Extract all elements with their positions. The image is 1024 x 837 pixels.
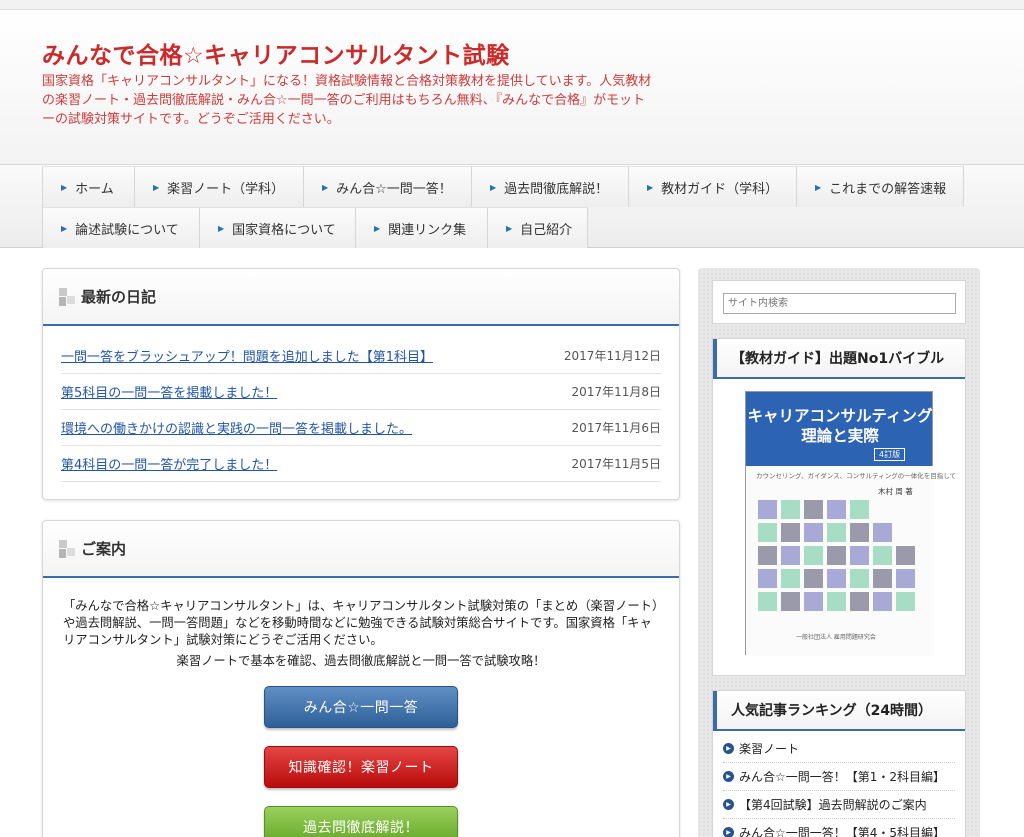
nav-item-past-exam[interactable]: ▶ 過去問徹底解説！ <box>471 166 628 207</box>
triangle-right-icon: ▶ <box>61 223 68 233</box>
ranking-list: ▶ 楽習ノート ▶ みん合☆一問一答！【第1・2科目編】 ▶ 【第4回試験】過去問解説… <box>713 731 965 837</box>
latest-diary-header: 最新の日記 <box>43 269 679 326</box>
nav-item-answers[interactable]: ▶ これまでの解答速報 <box>796 166 964 207</box>
list-item: 第5科目の一問一答を掲載しました！ 2017年11月8日 <box>61 374 661 410</box>
list-item: 第4科目の一問一答が完了しました！ 2017年11月5日 <box>61 446 661 482</box>
sidebar: 【教材ガイド】出題No1バイブル キャリアコンサルティング 理論と実際 4訂版 … <box>698 268 980 837</box>
guide-text: 「みんなで合格☆キャリアコンサルタント」は、キャリアコンサルタント試験対策の「ま… <box>63 599 659 647</box>
nav-item-note[interactable]: ▶ 楽習ノート（学科） <box>134 166 303 207</box>
book-pattern <box>758 500 923 611</box>
search-box <box>712 280 966 324</box>
triangle-right-icon: ▶ <box>61 182 68 192</box>
guide-body: 「みんなで合格☆キャリアコンサルタント」は、キャリアコンサルタント試験対策の「ま… <box>43 578 679 669</box>
book-subtitle: カウンセリング、ガイダンス、コンサルティングの一体化を目指して <box>756 472 957 480</box>
latest-diary-title: 最新の日記 <box>81 288 157 306</box>
news-date: 2017年11月8日 <box>571 385 661 399</box>
circle-arrow-icon: ▶ <box>723 771 734 782</box>
site-description: 国家資格「キャリアコンサルタント」になる！資格試験情報と合格対策教材を提供してい… <box>42 74 652 127</box>
nav-item-essay[interactable]: ▶ 論述試験について <box>42 207 199 248</box>
book-title: キャリアコンサルティング 理論と実際 <box>747 407 933 445</box>
nav-item-profile[interactable]: ▶ 自己紹介 <box>487 207 588 248</box>
site-header: みんなで合格☆キャリアコンサルタント試験 国家資格「キャリアコンサルタント」にな… <box>0 10 1024 164</box>
triangle-right-icon: ▶ <box>815 182 822 192</box>
search-input[interactable] <box>723 293 956 314</box>
qa-button[interactable]: みん合☆一問一答 <box>264 686 458 728</box>
news-list: 一問一答をブラッシュアップ！問題を追加しました【第1科目】 2017年11月12… <box>43 326 679 482</box>
book-guide-title: 【教材ガイド】出題No1バイブル <box>713 339 965 379</box>
triangle-right-icon: ▶ <box>153 182 160 192</box>
news-date: 2017年11月5日 <box>571 457 661 471</box>
ranking-title: 人気記事ランキング（24時間） <box>713 691 965 731</box>
triangle-right-icon: ▶ <box>506 223 513 233</box>
circle-arrow-icon: ▶ <box>723 743 734 754</box>
ranking-box: 人気記事ランキング（24時間） ▶ 楽習ノート ▶ みん合☆一問一答！【第1・2科目… <box>712 690 966 837</box>
list-item: 一問一答をブラッシュアップ！問題を追加しました【第1科目】 2017年11月12… <box>61 338 661 374</box>
site-title[interactable]: みんなで合格☆キャリアコンサルタント試験 <box>42 36 510 70</box>
book-guide-box: 【教材ガイド】出題No1バイブル キャリアコンサルティング 理論と実際 4訂版 … <box>712 338 966 676</box>
past-exam-button[interactable]: 過去問徹底解説！ <box>264 806 458 837</box>
block-icon <box>59 287 75 306</box>
news-link[interactable]: 第5科目の一問一答を掲載しました！ <box>61 382 277 401</box>
nav-item-material-guide[interactable]: ▶ 教材ガイド（学科） <box>628 166 796 207</box>
nav-item-national-license[interactable]: ▶ 国家資格について <box>199 207 355 248</box>
circle-arrow-icon: ▶ <box>723 799 734 810</box>
triangle-right-icon: ▶ <box>322 182 329 192</box>
list-item[interactable]: ▶ 楽習ノート <box>723 735 955 763</box>
news-link[interactable]: 環境への働きかけの認識と実践の一問一答を掲載しました。 <box>61 418 412 437</box>
nav-row-1: ▶ ホーム ▶ 楽習ノート（学科） ▶ みん合☆一問一答！ ▶ 過去問徹底解説！ ▶ 教材… <box>42 166 964 207</box>
guide-subtext: 楽習ノートで基本を確認、過去問徹底解説と一問一答で試験攻略！ <box>176 654 546 668</box>
nav-row-2: ▶ 論述試験について ▶ 国家資格について ▶ 関連リンク集 ▶ 自己紹介 <box>42 207 588 248</box>
news-date: 2017年11月6日 <box>571 421 661 435</box>
guide-header: ご案内 <box>43 521 679 578</box>
triangle-right-icon: ▶ <box>647 182 654 192</box>
book-cover-lower: カウンセリング、ガイダンス、コンサルティングの一体化を目指して 木村 周 著 一… <box>746 466 956 656</box>
triangle-right-icon: ▶ <box>490 182 497 192</box>
triangle-right-icon: ▶ <box>218 223 225 233</box>
global-navigation: ▶ ホーム ▶ 楽習ノート（学科） ▶ みん合☆一問一答！ ▶ 過去問徹底解説！ ▶ 教材… <box>0 164 1024 248</box>
news-link[interactable]: 第4科目の一問一答が完了しました！ <box>61 454 277 473</box>
book-author: 木村 周 著 <box>878 487 913 496</box>
triangle-right-icon: ▶ <box>374 223 381 233</box>
book-cover-image[interactable]: キャリアコンサルティング 理論と実際 4訂版 カウンセリング、ガイダンス、コンサ… <box>745 391 956 656</box>
guide-box: ご案内 「みんなで合格☆キャリアコンサルタント」は、キャリアコンサルタント試験対… <box>42 520 680 837</box>
list-item[interactable]: ▶ みん合☆一問一答！【第1・2科目編】 <box>723 763 955 791</box>
latest-diary-box: 最新の日記 一問一答をブラッシュアップ！問題を追加しました【第1科目】 2017… <box>42 268 680 500</box>
book-publisher: 一般社団法人 雇用問題研究会 <box>796 634 876 641</box>
block-icon <box>59 539 75 558</box>
list-item: 環境への働きかけの認識と実践の一問一答を掲載しました。 2017年11月6日 <box>61 410 661 446</box>
nav-item-links[interactable]: ▶ 関連リンク集 <box>355 207 487 248</box>
guide-title: ご案内 <box>81 540 127 558</box>
browser-top-strip <box>0 0 1024 10</box>
book-edition: 4訂版 <box>874 448 906 461</box>
list-item[interactable]: ▶ 【第4回試験】過去問解説のご案内 <box>723 791 955 819</box>
nav-item-qa[interactable]: ▶ みん合☆一問一答！ <box>303 166 471 207</box>
news-date: 2017年11月12日 <box>563 349 661 363</box>
circle-arrow-icon: ▶ <box>723 827 734 837</box>
news-link[interactable]: 一問一答をブラッシュアップ！問題を追加しました【第1科目】 <box>61 346 433 365</box>
nav-item-home[interactable]: ▶ ホーム <box>42 166 134 207</box>
study-note-button[interactable]: 知識確認！楽習ノート <box>264 746 458 788</box>
list-item[interactable]: ▶ みん合☆一問一答！【第4・5科目編】 <box>723 819 955 837</box>
